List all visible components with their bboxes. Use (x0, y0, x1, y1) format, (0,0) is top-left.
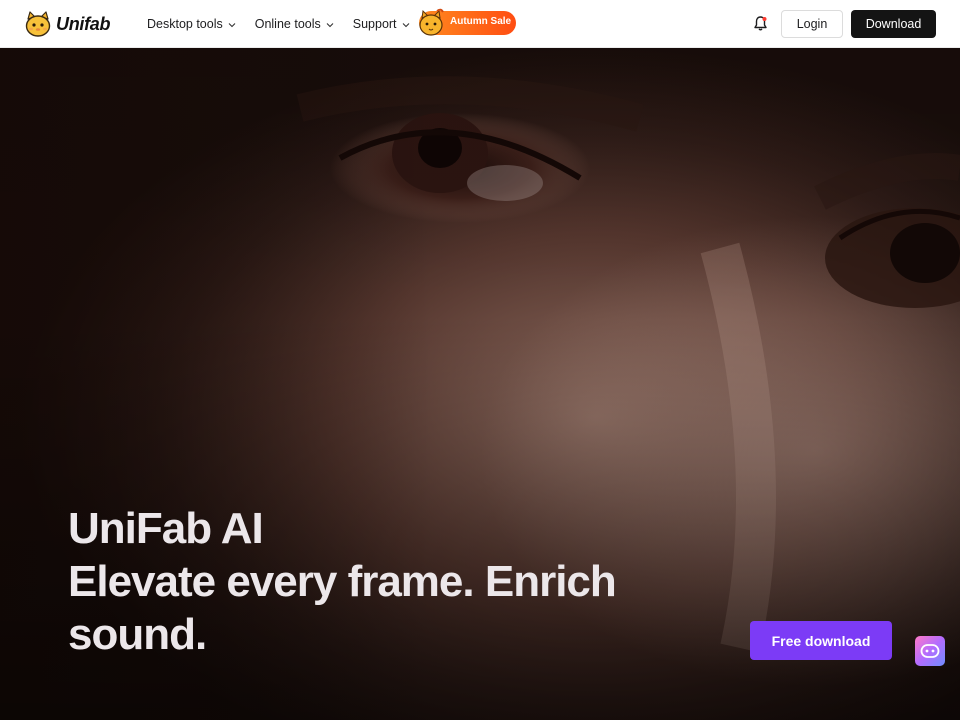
chatbot-launcher[interactable] (915, 636, 945, 666)
sale-label: Autumn Sale (450, 16, 512, 27)
page: Unifab Desktop tools Online tools Suppor… (0, 0, 960, 720)
chevron-down-icon (326, 22, 334, 27)
chatbot-icon (920, 644, 940, 658)
nav-online-tools[interactable]: Online tools (255, 17, 334, 31)
hero-headline: UniFab AI Elevate every frame. Enrich so… (68, 502, 708, 661)
hero-section: UniFab AI Elevate every frame. Enrich so… (0, 48, 960, 720)
brand-name: Unifab (56, 13, 111, 34)
sale-mascot-icon (419, 8, 444, 36)
chevron-down-icon (228, 22, 236, 27)
nav-support[interactable]: Support (353, 17, 410, 31)
top-navigation-bar: Unifab Desktop tools Online tools Suppor… (0, 0, 960, 48)
free-download-button[interactable]: Free download (750, 621, 892, 660)
hero-tagline: Elevate every frame. Enrich sound. (68, 557, 617, 659)
nav-online-tools-label: Online tools (254, 17, 321, 31)
nav-support-label: Support (352, 17, 397, 31)
autumn-sale-badge[interactable]: Autumn Sale (419, 8, 516, 36)
brand-logo-link[interactable]: Unifab (24, 10, 111, 38)
nav-desktop-tools-label: Desktop tools (147, 17, 223, 31)
main-nav: Desktop tools Online tools Support (147, 0, 429, 48)
cat-mascot-icon (25, 11, 51, 37)
chevron-down-icon (402, 22, 409, 27)
hero-brand-line: UniFab AI (68, 504, 264, 553)
download-button[interactable]: Download (851, 10, 936, 38)
login-button[interactable]: Login (781, 10, 843, 38)
bell-icon[interactable] (752, 15, 769, 32)
nav-desktop-tools[interactable]: Desktop tools (147, 17, 236, 31)
